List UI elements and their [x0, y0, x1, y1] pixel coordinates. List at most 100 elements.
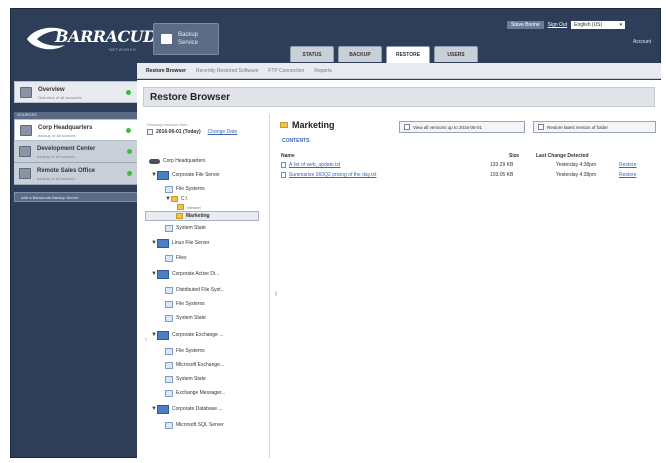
tree-node[interactable]: System State [165, 374, 206, 384]
brand-sub: NETWORKS [109, 47, 137, 52]
main-tabs: STATUS BACKUP RESTORE USERS [290, 46, 478, 63]
tree-node-label: Linux File Server [172, 240, 210, 246]
tab-restore[interactable]: RESTORE [386, 46, 430, 63]
barracuda-logo[interactable]: BARRACUDA NETWORKS [25, 23, 169, 57]
tree-node-label: Corporate Exchange ... [172, 332, 224, 338]
sidebar-item-remote-sales-office[interactable]: Remote Sales Office backup of all source… [14, 163, 138, 185]
tree-node-selected[interactable]: Marketing [145, 211, 259, 221]
sidebar-item-subtitle: backup of all sources [38, 133, 76, 138]
restore-link[interactable]: Restore [619, 162, 637, 168]
tree-node[interactable]: ▼ Linux File Server [151, 238, 210, 248]
view-all-versions-button[interactable]: View all versions up to 2016-06-01 [399, 121, 525, 133]
sidebar-item-title: Overview [38, 87, 65, 93]
folder-panel: Marketing CONTENTS View all versions up … [278, 114, 658, 458]
server-icon [20, 125, 32, 136]
subnav-recently-restored[interactable]: Recently Restored Software [196, 68, 258, 74]
status-ok-icon [126, 128, 131, 133]
column-header-date[interactable]: Last Change Detected [536, 153, 589, 159]
disk-icon [165, 389, 173, 397]
account-link[interactable]: Account [633, 39, 651, 45]
sidebar-item-corp-headquarters[interactable]: Corp Headquarters backup of all sources [14, 119, 138, 141]
sidebar-item-subtitle: backup of all sources [37, 154, 75, 159]
tree-node-label: Corporate Database ... [172, 406, 223, 412]
tree-node-label: Marketing [186, 213, 210, 219]
disk-icon [165, 347, 173, 355]
tree-node[interactable]: Microsoft SQL Server [165, 420, 224, 430]
file-name-link[interactable]: Summarize 360Q2 pricing of the day.txt [289, 172, 376, 178]
tree-node[interactable]: File Systems [165, 299, 205, 309]
tree-node-label: Corp Headquarters [163, 158, 206, 164]
disk-icon [165, 224, 173, 232]
tree-node[interactable]: ▼ Corporate File Server [151, 170, 220, 180]
user-bar: Steve Boone Sign Out English (US) ▾ [507, 21, 626, 29]
restore-folder-label: Restore latest version of folder [547, 124, 609, 130]
tree-node[interactable]: File Systems [165, 346, 205, 356]
backup-service-button[interactable]: Backup Service [153, 23, 219, 55]
tree-node-root[interactable]: Corp Headquarters [149, 156, 206, 166]
folder-icon [176, 213, 183, 219]
file-size: 103.05 KB [490, 172, 514, 178]
folder-title: Marketing [280, 120, 335, 130]
tree-node-label: System State [176, 315, 206, 321]
table-row[interactable]: Summarize 360Q2 pricing of the day.txt 1… [278, 170, 658, 180]
calendar-icon[interactable] [147, 129, 153, 135]
change-date-link[interactable]: Change Date [208, 129, 237, 135]
tree-node-label: File Systems [176, 348, 205, 354]
file-date: Yesterday 4:38pm [556, 172, 597, 178]
tree-node[interactable]: File Systems [165, 184, 205, 194]
tree-node[interactable]: Files [165, 253, 187, 263]
column-header-name[interactable]: Name [281, 153, 295, 159]
table-header: Name Size Last Change Detected [278, 152, 658, 160]
file-name-link[interactable]: A list of web_update.txt [289, 162, 340, 168]
tree-node[interactable]: Exchange Messager... [165, 388, 225, 398]
column-header-size[interactable]: Size [509, 153, 519, 159]
tab-status[interactable]: STATUS [290, 46, 334, 62]
sign-out-link[interactable]: Sign Out [548, 22, 567, 28]
cloud-icon [149, 158, 160, 164]
overview-icon [20, 87, 32, 98]
folder-icon [177, 204, 184, 210]
status-ok-icon [126, 90, 131, 95]
tree-node[interactable]: System State [165, 223, 206, 233]
add-backup-server-link[interactable]: Add a Barracuda Backup Server [14, 192, 138, 202]
tree-node-label: System State [176, 376, 206, 382]
server-icon [19, 146, 31, 157]
tree-node[interactable]: ▼ Corporate Active Di... [151, 269, 219, 279]
subnav-restore-browser[interactable]: Restore Browser [146, 68, 186, 74]
sidebar-item-overview[interactable]: Overview Overview of all accounts [14, 81, 138, 103]
restore-folder-button[interactable]: Restore latest version of folder [533, 121, 656, 133]
showing-label: Showing backups from [147, 122, 188, 127]
subnav-ftp-connection[interactable]: FTP Connection [268, 68, 304, 74]
disk-icon [165, 421, 173, 429]
restore-link[interactable]: Restore [619, 172, 637, 178]
file-icon [281, 162, 286, 168]
sidebar-item-title: Development Center [37, 146, 96, 152]
disk-icon [165, 254, 173, 262]
contents-table: Name Size Last Change Detected A list of… [278, 152, 658, 180]
tree-node-label: File Systems [176, 186, 205, 192]
versions-icon [404, 124, 410, 130]
tree-node[interactable]: ▼ Corporate Database ... [151, 404, 223, 414]
brand-name: BARRACUDA [55, 27, 169, 46]
file-icon [281, 172, 286, 178]
tab-users[interactable]: USERS [434, 46, 478, 62]
folder-name: Marketing [292, 120, 335, 130]
tree-node[interactable]: System State [165, 313, 206, 323]
sidebar-item-development-center[interactable]: Development Center backup of all sources [14, 141, 138, 163]
collapse-sidebar-handle[interactable]: ‹ [145, 337, 147, 343]
tree-node-label: Intranet [187, 204, 201, 210]
table-row[interactable]: A list of web_update.txt 133.29 KB Yeste… [278, 160, 658, 170]
date-row: 2016-06-01 (Today) Change Date [147, 129, 237, 135]
file-size: 133.29 KB [490, 162, 514, 168]
disk-icon [165, 185, 173, 193]
tree-node[interactable]: Microsoft Exchange... [165, 360, 224, 370]
tree-node-label: Microsoft SQL Server [176, 422, 224, 428]
tree-node[interactable]: Distributed File Syst... [165, 285, 225, 295]
language-select[interactable]: English (US) ▾ [571, 21, 626, 29]
tree-node[interactable]: ▼ Corporate Exchange ... [151, 330, 223, 340]
view-all-versions-label: View all versions up to 2016-06-01 [413, 124, 482, 130]
tab-backup[interactable]: BACKUP [338, 46, 382, 62]
subnav-reports[interactable]: Reports [314, 68, 332, 74]
server-icon [157, 330, 169, 340]
disk-icon [165, 314, 173, 322]
